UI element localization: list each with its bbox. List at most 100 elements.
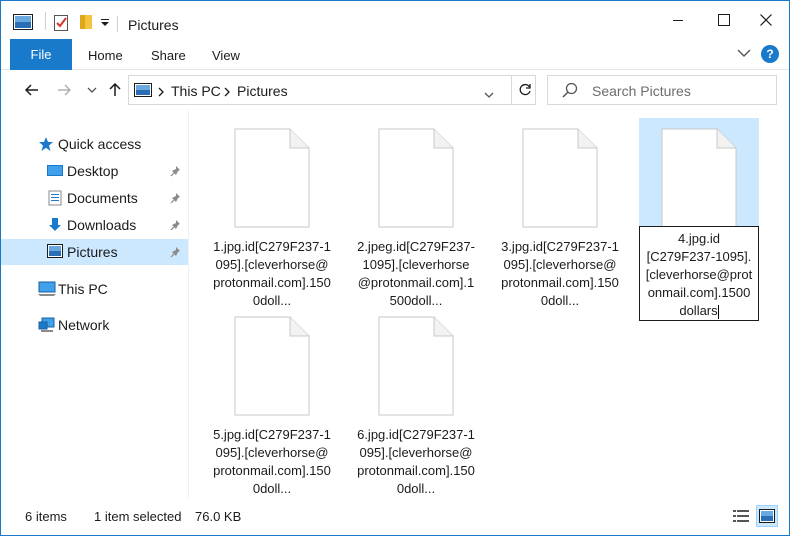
pin-icon[interactable] (170, 164, 182, 180)
pin-icon[interactable] (170, 245, 182, 261)
sidebar-item-label: This PC (58, 281, 108, 297)
search-input[interactable]: Search Pictures (547, 75, 777, 105)
file-name: 3.jpg.id[C279F237-1095].[cleverhorse@pro… (501, 239, 619, 308)
sidebar-item-desktop[interactable]: Desktop (1, 158, 188, 184)
file-name-line: dollars (679, 303, 718, 318)
file-name: 2.jpeg.id[C279F237-1095].[cleverhorse@pr… (357, 239, 475, 308)
sidebar-item-label: Downloads (67, 217, 137, 233)
pictures-folder-icon (13, 14, 33, 33)
help-button[interactable]: ? (761, 45, 779, 63)
tab-share[interactable]: Share (151, 48, 186, 63)
sidebar-item-quick-access[interactable]: Quick access (1, 131, 188, 157)
selection-count: 1 item selected (94, 509, 182, 524)
breadcrumb-pictures[interactable]: Pictures (237, 83, 288, 99)
file-name: 5.jpg.id[C279F237-1095].[cleverhorse@pro… (213, 427, 331, 496)
explorer-window: Pictures File Home Share View ? This PC … (0, 0, 790, 536)
forward-arrow-icon (58, 84, 71, 96)
details-view-button[interactable] (730, 505, 752, 527)
blank-file-icon (378, 316, 454, 419)
refresh-button[interactable] (511, 76, 537, 104)
network-icon (38, 317, 56, 336)
sidebar-item-network[interactable]: Network (1, 312, 188, 338)
desktop-icon (47, 163, 63, 182)
pictures-location-icon (134, 83, 152, 100)
title-separator (117, 16, 118, 32)
file-name-line: [cleverhorse@prot (645, 267, 753, 282)
file-item[interactable]: 5.jpg.id[C279F237-1095].[cleverhorse@pro… (212, 306, 332, 496)
up-arrow-icon (109, 83, 121, 96)
maximize-icon (718, 14, 730, 26)
back-button[interactable] (21, 80, 43, 100)
close-icon (760, 14, 772, 26)
large-icons-view-button[interactable] (756, 505, 778, 527)
blank-file-icon (234, 316, 310, 419)
file-list[interactable]: 1.jpg.id[C279F237-1095].[cleverhorse@pro… (190, 110, 789, 499)
blank-file-icon (522, 128, 598, 231)
file-name: 1.jpg.id[C279F237-1095].[cleverhorse@pro… (213, 239, 331, 308)
download-arrow-icon (47, 217, 63, 236)
search-placeholder: Search Pictures (592, 83, 691, 99)
back-arrow-icon (25, 84, 38, 96)
new-folder-icon[interactable] (79, 14, 93, 33)
refresh-icon (519, 83, 531, 96)
address-bar[interactable]: This PC Pictures (128, 75, 536, 105)
sidebar-item-this-pc[interactable]: This PC (1, 276, 188, 302)
text-cursor (717, 304, 719, 319)
sidebar-item-pictures[interactable]: Pictures (1, 239, 188, 265)
file-item[interactable]: 6.jpg.id[C279F237-1095].[cleverhorse@pro… (356, 306, 476, 496)
blank-file-icon (234, 128, 310, 231)
maximize-button[interactable] (701, 1, 747, 39)
file-item[interactable]: 1.jpg.id[C279F237-1095].[cleverhorse@pro… (212, 118, 332, 308)
blank-file-icon (378, 128, 454, 231)
window-title: Pictures (128, 17, 179, 33)
computer-icon (38, 281, 56, 300)
sidebar-item-label: Pictures (67, 244, 118, 260)
customize-toolbar-dropdown-icon[interactable] (100, 16, 110, 31)
close-button[interactable] (743, 1, 789, 39)
large-icons-view-icon (759, 509, 775, 523)
sidebar-item-label: Network (58, 317, 110, 333)
sidebar-item-downloads[interactable]: Downloads (1, 212, 188, 238)
chevron-down-icon (87, 87, 97, 93)
ribbon-tabs: File Home Share View ? (1, 39, 789, 70)
sidebar-item-label: Documents (67, 190, 138, 206)
minimize-button[interactable] (655, 1, 701, 39)
chevron-right-icon[interactable] (223, 85, 231, 100)
minimize-icon (673, 20, 683, 21)
sidebar-item-label: Quick access (58, 136, 142, 152)
chevron-right-icon[interactable] (157, 85, 165, 100)
pictures-icon (47, 244, 63, 261)
navigation-bar: This PC Pictures Search Pictures (1, 70, 789, 110)
title-separator (45, 12, 46, 30)
blank-file-icon (661, 128, 737, 231)
file-item[interactable]: 2.jpeg.id[C279F237-1095].[cleverhorse@pr… (356, 118, 476, 308)
expand-ribbon-chevron-icon[interactable] (736, 45, 752, 64)
sidebar-item-documents[interactable]: Documents (1, 185, 188, 211)
details-view-icon (733, 510, 749, 522)
sidebar-item-label: Desktop (67, 163, 119, 179)
pin-icon[interactable] (170, 218, 182, 234)
documents-icon (47, 190, 63, 209)
tab-file[interactable]: File (10, 39, 72, 70)
status-bar: 6 items 1 item selected 76.0 KB (1, 499, 789, 535)
navigation-pane: Quick access Desktop Documents Downloads… (1, 110, 189, 499)
file-name: 6.jpg.id[C279F237-1095].[cleverhorse@pro… (357, 427, 475, 496)
recent-locations-button[interactable] (81, 80, 103, 100)
file-item[interactable]: 3.jpg.id[C279F237-1095].[cleverhorse@pro… (500, 118, 620, 308)
rename-text-box[interactable]: 4.jpg.id [C279F237-1095]. [cleverhorse@p… (639, 226, 759, 321)
properties-icon[interactable] (54, 13, 70, 34)
file-name-line: 4.jpg.id (678, 231, 720, 246)
tab-home[interactable]: Home (88, 48, 123, 63)
breadcrumb-this-pc[interactable]: This PC (171, 83, 221, 99)
tab-view[interactable]: View (212, 48, 240, 63)
selection-size: 76.0 KB (195, 509, 242, 524)
title-bar: Pictures (1, 1, 789, 39)
file-name-line: onmail.com].1500 (647, 285, 751, 300)
star-icon (38, 136, 54, 155)
file-item-selected[interactable]: 4.jpg.id [C279F237-1095]. [cleverhorse@p… (639, 118, 759, 321)
forward-button[interactable] (53, 80, 75, 100)
up-button[interactable] (104, 80, 126, 100)
address-dropdown-icon[interactable] (484, 87, 494, 102)
item-count: 6 items (25, 509, 67, 524)
pin-icon[interactable] (170, 191, 182, 207)
